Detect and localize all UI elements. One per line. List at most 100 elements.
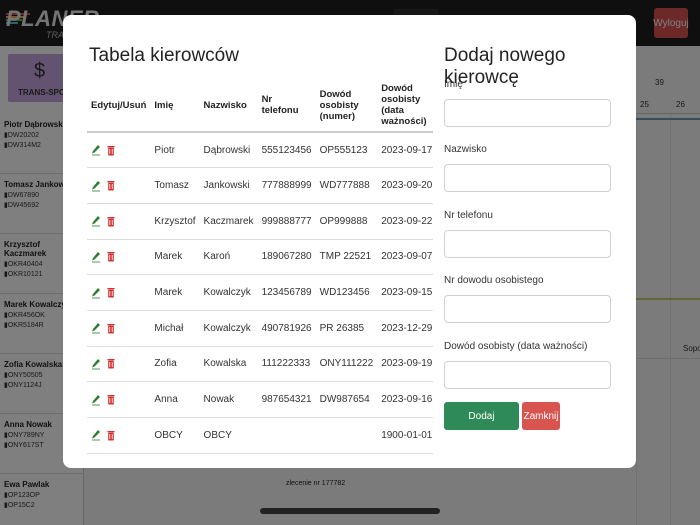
cell-telefon: 189067280 bbox=[257, 239, 316, 276]
trash-icon[interactable] bbox=[107, 287, 115, 298]
telefon-input[interactable] bbox=[444, 230, 611, 258]
table-header-row: Edytuj/Usuń Imię Nazwisko Nr telefonu Do… bbox=[87, 79, 433, 133]
pencil-icon[interactable] bbox=[91, 394, 101, 406]
form-title: Dodaj nowego kierowcę bbox=[444, 45, 566, 88]
pencil-icon[interactable] bbox=[91, 144, 101, 156]
label-dowod: Nr dowodu osobistego bbox=[444, 275, 544, 286]
cell-dowod bbox=[315, 417, 378, 454]
cell-data: 2023-09-19 bbox=[377, 346, 433, 383]
drivers-modal: Tabela kierowców Edytuj/Usuń Imię Nazwis… bbox=[63, 15, 636, 468]
cell-telefon: 777888999 bbox=[257, 167, 316, 204]
row-actions bbox=[87, 310, 151, 347]
table-title: Tabela kierowców bbox=[89, 45, 239, 66]
row-actions bbox=[87, 346, 151, 383]
table-row: Tomasz Jankowski 777888999 WD777888 2023-09-… bbox=[87, 167, 433, 204]
row-actions bbox=[87, 417, 151, 454]
label-nazwisko: Nazwisko bbox=[444, 144, 487, 155]
cell-nazwisko: Karoń bbox=[199, 239, 258, 276]
row-actions bbox=[87, 203, 151, 240]
cell-data: 1900-01-01 bbox=[377, 417, 433, 454]
table-row: Zofia Kowalska 111222333 ONY111222 2023-09-1… bbox=[87, 346, 433, 383]
cell-nazwisko: Dąbrowski bbox=[199, 132, 258, 169]
cell-nazwisko: Nowak bbox=[199, 381, 258, 418]
cell-nazwisko: Kowalska bbox=[199, 346, 258, 383]
row-actions bbox=[87, 274, 151, 311]
pencil-icon[interactable] bbox=[91, 358, 101, 370]
imie-input[interactable] bbox=[444, 99, 611, 127]
cell-imie: Marek bbox=[150, 274, 200, 311]
cell-dowod: TMP 22521 bbox=[315, 239, 378, 276]
cell-data: 2023-12-29 bbox=[377, 310, 433, 347]
cell-data: 2023-09-16 bbox=[377, 381, 433, 418]
pencil-icon[interactable] bbox=[91, 322, 101, 334]
table-row: Krzysztof Kaczmarek 999888777 OP999888 2023-… bbox=[87, 203, 433, 240]
cell-dowod: OP555123 bbox=[315, 132, 378, 169]
data-input[interactable] bbox=[444, 361, 611, 389]
row-actions bbox=[87, 132, 151, 169]
dowod-input[interactable] bbox=[444, 295, 611, 323]
pencil-icon[interactable] bbox=[91, 429, 101, 441]
col-header-nazwisko: Nazwisko bbox=[199, 79, 258, 133]
col-header-telefon: Nr telefonu bbox=[257, 79, 316, 133]
cell-data: 2023-09-22 bbox=[377, 203, 433, 240]
cell-dowod: OP999888 bbox=[315, 203, 378, 240]
cell-data: 2023-09-15 bbox=[377, 274, 433, 311]
trash-icon[interactable] bbox=[107, 251, 115, 262]
cell-data: 2023-09-20 bbox=[377, 167, 433, 204]
col-header-imie: Imię bbox=[150, 79, 200, 133]
cell-dowod: WD777888 bbox=[315, 167, 378, 204]
cell-dowod: ONY111222 bbox=[315, 346, 378, 383]
trash-icon[interactable] bbox=[107, 180, 115, 191]
pencil-icon[interactable] bbox=[91, 251, 101, 263]
trash-icon[interactable] bbox=[107, 145, 115, 156]
trash-icon[interactable] bbox=[107, 430, 115, 441]
row-actions bbox=[87, 381, 151, 418]
table-row: Anna Nowak 987654321 DW987654 2023-09-16 bbox=[87, 381, 433, 418]
cell-dowod: WD123456 bbox=[315, 274, 378, 311]
trash-icon[interactable] bbox=[107, 358, 115, 369]
cell-nazwisko: OBCY bbox=[199, 417, 258, 454]
close-button[interactable]: Zamknij bbox=[522, 402, 560, 430]
drivers-table-container[interactable]: Edytuj/Usuń Imię Nazwisko Nr telefonu Do… bbox=[87, 79, 433, 467]
cell-data: 2023-09-17 bbox=[377, 132, 433, 169]
col-header-dowod: Dowód osobisty (numer) bbox=[315, 79, 378, 133]
cell-nazwisko: Kowalczyk bbox=[199, 274, 258, 311]
cell-nazwisko: Jankowski bbox=[199, 167, 258, 204]
cell-telefon: 111222333 bbox=[257, 346, 316, 383]
pencil-icon[interactable] bbox=[91, 287, 101, 299]
cell-imie: Anna bbox=[150, 381, 200, 418]
pencil-icon[interactable] bbox=[91, 180, 101, 192]
cell-imie: Marek bbox=[150, 239, 200, 276]
cell-telefon: 123456789 bbox=[257, 274, 316, 311]
trash-icon[interactable] bbox=[107, 216, 115, 227]
table-row: Marek Karoń 189067280 TMP 22521 2023-09-07 bbox=[87, 239, 433, 276]
trash-icon[interactable] bbox=[107, 323, 115, 334]
table-row: OBCY OBCY 1900-01-01 bbox=[87, 417, 433, 454]
table-row: Marek Kowalczyk 123456789 WD123456 2023-09-1… bbox=[87, 274, 433, 311]
label-telefon: Nr telefonu bbox=[444, 210, 493, 221]
cell-telefon: 490781926 bbox=[257, 310, 316, 347]
cell-imie: Zofia bbox=[150, 346, 200, 383]
row-actions bbox=[87, 167, 151, 204]
nazwisko-input[interactable] bbox=[444, 164, 611, 192]
pencil-icon[interactable] bbox=[91, 215, 101, 227]
row-actions bbox=[87, 239, 151, 276]
cell-nazwisko: Kowalczyk bbox=[199, 310, 258, 347]
cell-imie: OBCY bbox=[150, 417, 200, 454]
label-data: Dowód osobisty (data ważności) bbox=[444, 341, 588, 352]
cell-imie: Tomasz bbox=[150, 167, 200, 204]
cell-imie: Michał bbox=[150, 310, 200, 347]
drivers-table: Edytuj/Usuń Imię Nazwisko Nr telefonu Do… bbox=[87, 79, 433, 454]
cell-telefon bbox=[257, 417, 316, 454]
table-row: Piotr Dąbrowski 555123456 OP555123 2023-09-1… bbox=[87, 132, 433, 169]
table-row: Michał Kowalczyk 490781926 PR 26385 2023-12-… bbox=[87, 310, 433, 347]
cell-dowod: PR 26385 bbox=[315, 310, 378, 347]
cell-dowod: DW987654 bbox=[315, 381, 378, 418]
cell-imie: Piotr bbox=[150, 132, 200, 169]
col-header-data: Dowód osobisty (data ważności) bbox=[377, 79, 433, 133]
cell-telefon: 987654321 bbox=[257, 381, 316, 418]
cell-imie: Krzysztof bbox=[150, 203, 200, 240]
add-driver-button[interactable]: Dodaj bbox=[444, 402, 519, 430]
trash-icon[interactable] bbox=[107, 394, 115, 405]
cell-data: 2023-09-07 bbox=[377, 239, 433, 276]
